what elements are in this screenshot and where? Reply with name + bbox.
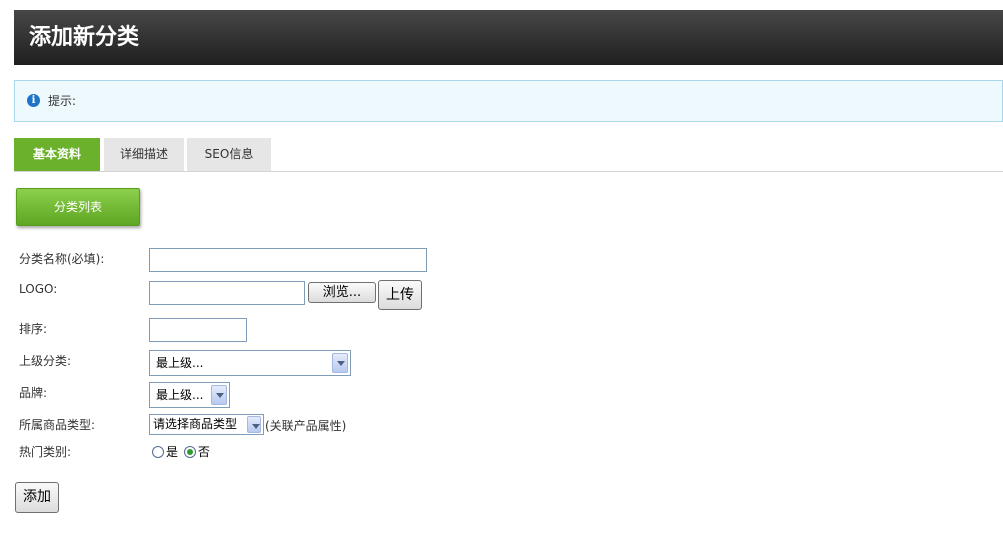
parent-category-select[interactable]: 最上级... — [149, 350, 351, 376]
chevron-down-icon — [247, 416, 261, 433]
hot-category-radio-group: 是 否 — [152, 443, 210, 460]
tab-detail-description[interactable]: 详细描述 — [104, 138, 184, 171]
hot-no-label: 否 — [197, 445, 210, 459]
logo-label: LOGO: — [19, 282, 58, 296]
chevron-down-icon — [211, 385, 227, 405]
hot-no-radio[interactable] — [183, 445, 196, 458]
hot-yes-label: 是 — [166, 445, 179, 459]
tab-basic-info[interactable]: 基本资料 — [14, 138, 100, 171]
browse-button[interactable]: 浏览... — [308, 282, 376, 303]
tip-bar: i 提示: — [14, 80, 1003, 122]
product-type-note: (关联产品属性) — [265, 419, 347, 433]
category-name-label: 分类名称(必填): — [19, 252, 105, 266]
hot-category-label: 热门类别: — [19, 445, 72, 459]
submit-add-button[interactable]: 添加 — [15, 482, 59, 513]
brand-select[interactable]: 最上级... — [149, 382, 230, 408]
product-type-label: 所属商品类型: — [19, 418, 96, 432]
logo-path-input[interactable] — [149, 281, 305, 305]
category-list-button[interactable]: 分类列表 — [16, 188, 140, 226]
parent-category-label: 上级分类: — [19, 354, 72, 368]
category-name-input[interactable] — [149, 248, 427, 272]
tip-text: 提示: — [48, 94, 77, 108]
sort-input[interactable] — [149, 318, 247, 342]
hot-yes-radio[interactable] — [152, 445, 164, 458]
brand-label: 品牌: — [19, 386, 48, 400]
chevron-down-icon — [332, 353, 348, 373]
upload-button[interactable]: 上传 — [378, 280, 422, 310]
page-header: 添加新分类 — [14, 10, 1003, 65]
sort-label: 排序: — [19, 322, 48, 336]
info-icon: i — [27, 94, 40, 107]
tab-seo-info[interactable]: SEO信息 — [187, 138, 271, 171]
tab-bar: 基本资料 详细描述 SEO信息 — [14, 138, 1003, 172]
product-type-select[interactable]: 请选择商品类型 — [149, 414, 264, 435]
page-title: 添加新分类 — [29, 25, 140, 50]
